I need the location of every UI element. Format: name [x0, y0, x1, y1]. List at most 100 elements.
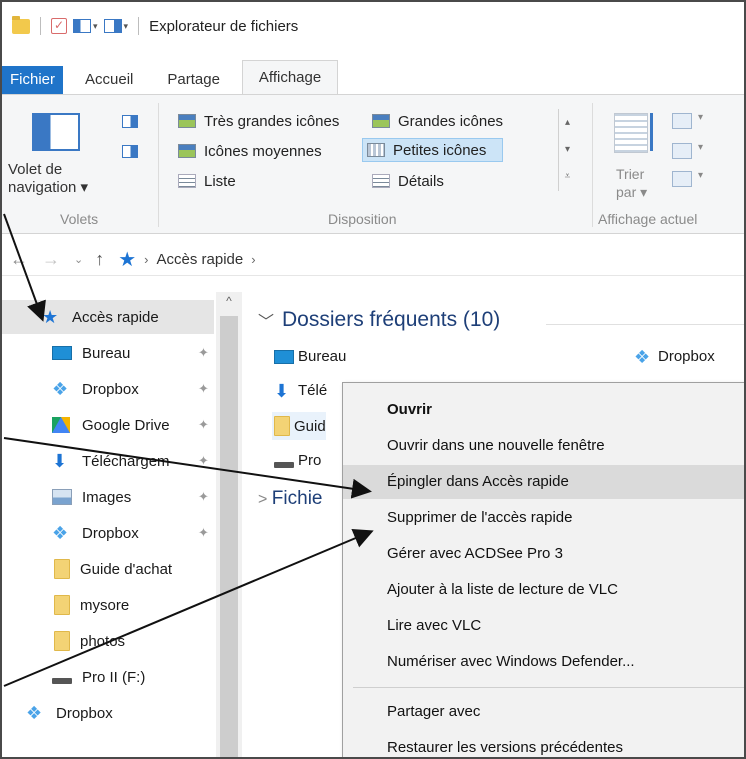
- group-label-volets: Volets: [60, 211, 99, 227]
- menu-item-restaurer-versions[interactable]: Restaurer les versions précédentes: [343, 731, 744, 757]
- menu-item-vlc-play[interactable]: Lire avec VLC: [343, 609, 744, 643]
- frequent-item-guide[interactable]: Guid: [272, 412, 326, 440]
- extra-large-icons-icon: [178, 114, 196, 128]
- breadcrumb-acces-rapide[interactable]: Accès rapide: [157, 251, 244, 268]
- sidebar-item-acces-rapide[interactable]: ★ Accès rapide: [2, 300, 214, 334]
- back-arrow-icon[interactable]: ←: [10, 249, 28, 270]
- menu-item-ouvrir[interactable]: Ouvrir: [343, 393, 744, 427]
- small-icons-icon: [367, 143, 385, 157]
- details-pane-icon[interactable]: [122, 145, 138, 158]
- section-frequent-folders[interactable]: ﹀ Dossiers fréquents (10): [258, 308, 500, 332]
- breadcrumb-chevron[interactable]: ›: [144, 252, 148, 267]
- tab-partage[interactable]: Partage: [155, 66, 232, 94]
- frequent-item-telechargements[interactable]: ⬇ Télé: [274, 380, 327, 401]
- section-divider: [546, 324, 744, 325]
- address-bar: ← → ⌄ ↑ ★ › Accès rapide ›: [2, 244, 744, 276]
- pin-icon[interactable]: ✦: [198, 453, 209, 469]
- menu-item-vlc-playlist[interactable]: Ajouter à la liste de lecture de VLC: [343, 573, 744, 607]
- menu-item-epingler[interactable]: Épingler dans Accès rapide: [343, 465, 744, 499]
- pin-icon[interactable]: ✦: [198, 345, 209, 361]
- layout-extra-large-icons[interactable]: Très grandes icônes: [178, 109, 339, 133]
- forward-arrow-icon[interactable]: →: [42, 249, 60, 270]
- frequent-item-pro[interactable]: Pro: [274, 452, 321, 469]
- sort-arrow-icon: [650, 113, 653, 151]
- nav-pane-scrollbar[interactable]: ^: [216, 292, 242, 757]
- size-columns-icon[interactable]: [672, 170, 703, 187]
- pin-icon[interactable]: ✦: [198, 417, 209, 433]
- folder-icon: [54, 559, 70, 579]
- group-label-affichage-actuel: Affichage actuel: [598, 211, 698, 227]
- pin-icon[interactable]: ✦: [198, 381, 209, 397]
- chevron-right-icon[interactable]: >: [258, 491, 272, 508]
- layout-large-icons[interactable]: Grandes icônes: [372, 109, 503, 133]
- customize-toolbar-icon[interactable]: ▾: [124, 21, 129, 32]
- sidebar-item-bureau[interactable]: Bureau ✦: [2, 336, 214, 370]
- tab-affichage[interactable]: Affichage: [241, 60, 339, 94]
- folder-icon: [12, 15, 30, 34]
- menu-item-ouvrir-nouvelle-fenetre[interactable]: Ouvrir dans une nouvelle fenêtre: [343, 429, 744, 463]
- sidebar-item-telechargements[interactable]: ⬇ Téléchargem ✦: [2, 444, 214, 478]
- frequent-item-bureau[interactable]: Bureau: [274, 348, 346, 365]
- ribbon-divider: [592, 103, 593, 227]
- preview-pane-icon[interactable]: [122, 115, 138, 128]
- layout-gallery-scroller[interactable]: ▴ ▾ ⩡: [558, 109, 576, 191]
- toolbar-divider: [40, 17, 41, 35]
- sort-by-icon[interactable]: [614, 113, 648, 153]
- list-icon: [178, 174, 196, 188]
- expand-gallery-icon[interactable]: ⩡: [559, 163, 576, 190]
- menu-item-windows-defender[interactable]: Numériser avec Windows Defender...: [343, 645, 744, 679]
- google-drive-icon: [52, 417, 70, 433]
- section-recent-files[interactable]: > Fichie: [258, 488, 322, 510]
- up-arrow-icon[interactable]: ↑: [95, 249, 104, 270]
- title-bar: ✓ ▾ ▾ Explorateur de fichiers: [2, 2, 744, 50]
- download-icon: ⬇: [274, 380, 290, 401]
- scroll-down-icon[interactable]: ▾: [559, 136, 576, 163]
- frequent-item-dropbox[interactable]: ❖ Dropbox: [634, 346, 715, 367]
- tab-accueil[interactable]: Accueil: [73, 66, 145, 94]
- sidebar-item-google-drive[interactable]: Google Drive ✦: [2, 408, 214, 442]
- dropbox-icon: ❖: [26, 703, 43, 723]
- scroll-up-icon[interactable]: ^: [216, 294, 242, 308]
- chevron-down-icon[interactable]: ▾: [93, 21, 98, 32]
- group-label-disposition: Disposition: [328, 211, 397, 227]
- folder-icon: [274, 416, 290, 436]
- add-columns-icon[interactable]: [672, 142, 703, 159]
- star-icon: ★: [42, 307, 59, 327]
- sidebar-item-dropbox-root[interactable]: ❖ Dropbox: [2, 696, 214, 730]
- sidebar-item-mysore[interactable]: mysore: [2, 588, 214, 622]
- sidebar-item-guide-achat[interactable]: Guide d'achat: [2, 552, 214, 586]
- dropbox-icon: ❖: [52, 523, 69, 543]
- new-window-icon[interactable]: [73, 19, 91, 33]
- navigation-pane-icon[interactable]: [32, 113, 80, 151]
- star-icon: ★: [118, 249, 137, 271]
- scrollbar-thumb[interactable]: [220, 316, 238, 757]
- sidebar-item-images[interactable]: Images ✦: [2, 480, 214, 514]
- dropbox-icon: ❖: [634, 346, 651, 367]
- layout-medium-icons[interactable]: Icônes moyennes: [178, 139, 322, 163]
- tab-fichier[interactable]: Fichier: [2, 66, 64, 94]
- menu-item-acdsee[interactable]: Gérer avec ACDSee Pro 3: [343, 537, 744, 571]
- sidebar-item-pro-ii[interactable]: Pro II (F:): [2, 660, 214, 694]
- layout-details[interactable]: Détails: [372, 169, 444, 193]
- navigation-pane-button[interactable]: Volet de navigation ▾: [8, 161, 88, 197]
- pin-icon[interactable]: ✦: [198, 525, 209, 541]
- sidebar-item-dropbox-2[interactable]: ❖ Dropbox ✦: [2, 516, 214, 550]
- chevron-down-icon[interactable]: ﹀: [258, 308, 274, 332]
- layout-small-icons[interactable]: Petites icônes: [362, 138, 504, 162]
- preview-pane-icon[interactable]: [103, 19, 122, 33]
- pin-icon[interactable]: ✦: [198, 489, 209, 505]
- sidebar-item-photos[interactable]: photos: [2, 624, 214, 658]
- scroll-up-icon[interactable]: ▴: [559, 109, 576, 136]
- recent-locations-icon[interactable]: ⌄: [74, 253, 83, 266]
- menu-item-partager[interactable]: Partager avec: [343, 695, 744, 729]
- group-by-icon[interactable]: [672, 112, 703, 129]
- ribbon-divider: [158, 103, 159, 227]
- quick-access-toolbar: ✓ ▾ ▾: [12, 15, 143, 35]
- sort-by-button[interactable]: Trier par ▾: [616, 165, 647, 201]
- menu-item-supprimer-acces-rapide[interactable]: Supprimer de l'accès rapide: [343, 501, 744, 535]
- breadcrumb-chevron[interactable]: ›: [251, 252, 255, 267]
- properties-icon[interactable]: ✓: [51, 18, 67, 34]
- layout-list[interactable]: Liste: [178, 169, 236, 193]
- large-icons-icon: [372, 114, 390, 128]
- sidebar-item-dropbox[interactable]: ❖ Dropbox ✦: [2, 372, 214, 406]
